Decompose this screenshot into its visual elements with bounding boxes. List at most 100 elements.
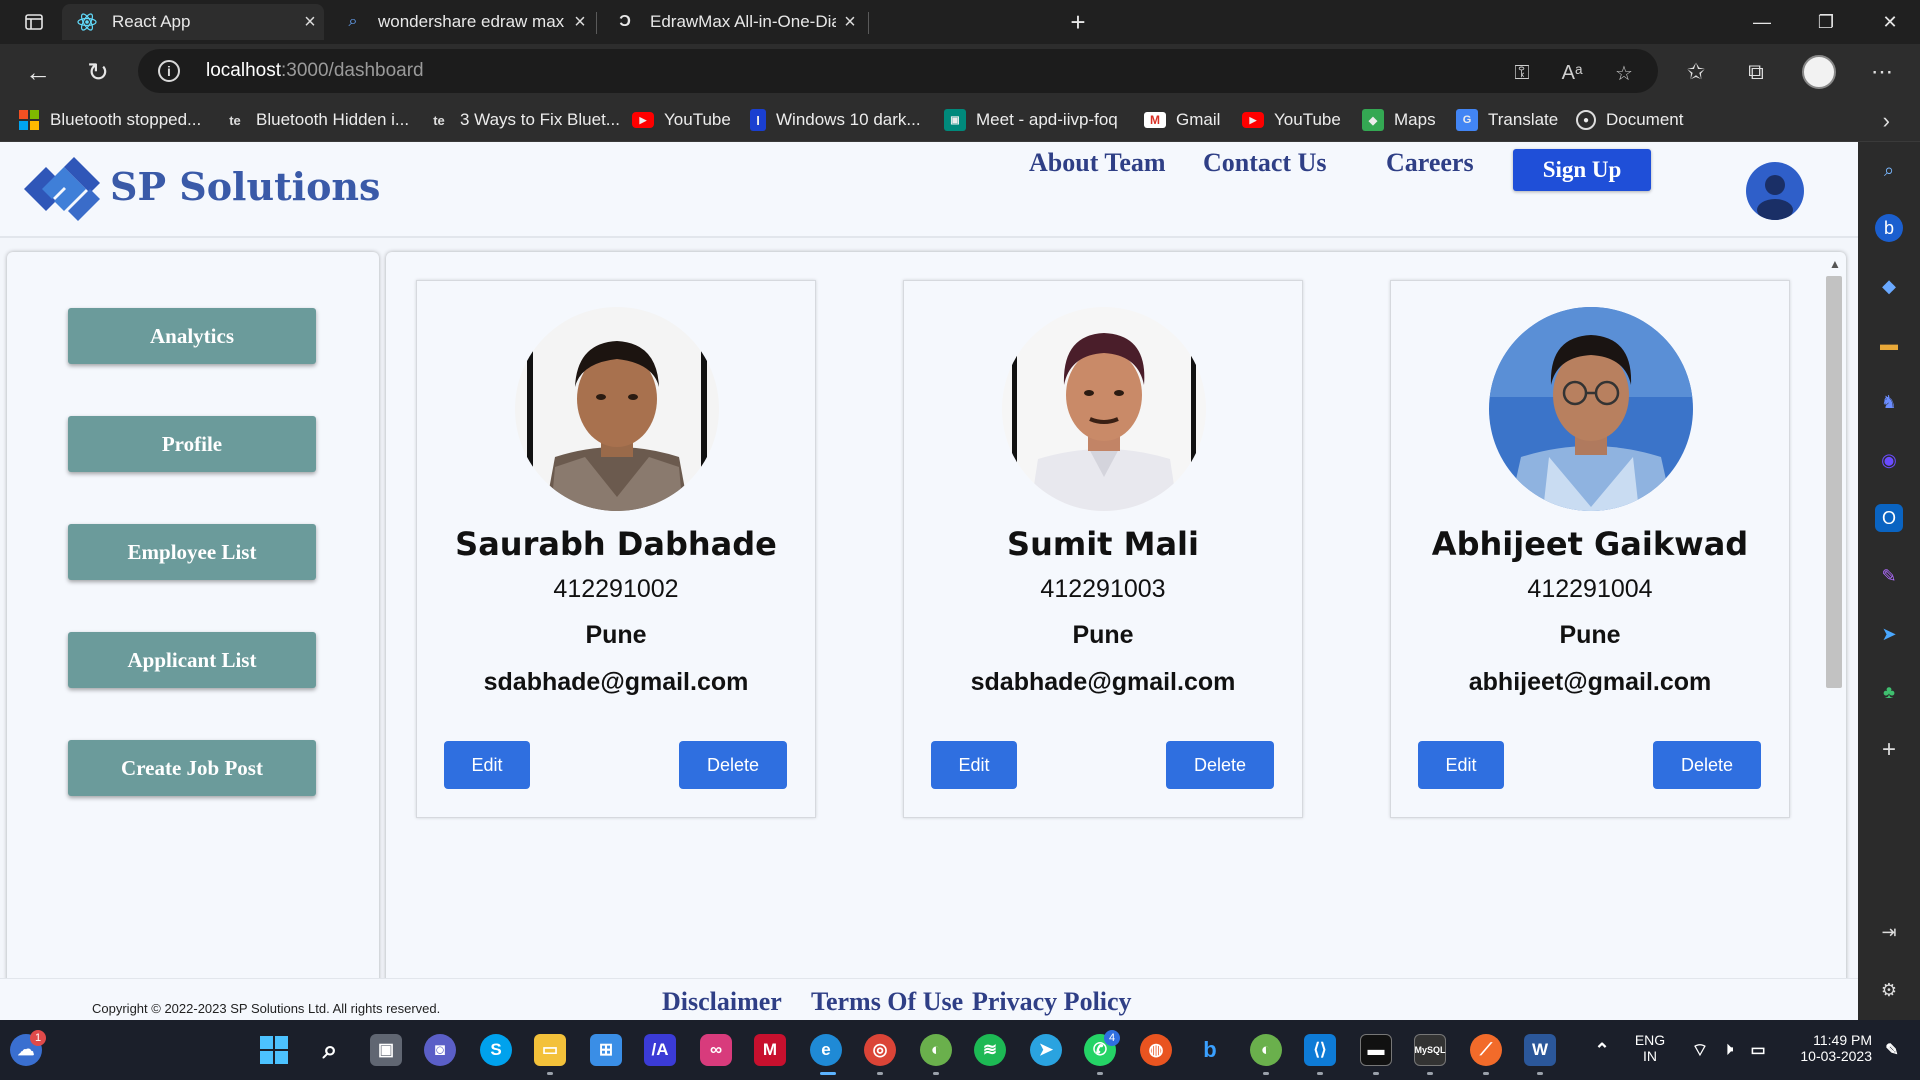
edit-button[interactable]: Edit [931,741,1017,789]
spotify-icon[interactable]: ≋ [974,1034,1006,1066]
tab-edrawmax[interactable]: Ɔ EdrawMax All-in-One-Diagram S × [600,4,864,40]
close-window-button[interactable]: ✕ [1862,0,1918,44]
profile-avatar[interactable] [1802,55,1836,89]
bookmark-item[interactable]: Bluetooth stopped... [18,108,201,132]
tab-search[interactable]: ⌕ wondershare edraw max - Searc × [328,4,594,40]
favorites-icon[interactable]: ✩ [1680,56,1712,88]
mysql-icon[interactable]: MySQL [1414,1034,1446,1066]
delete-button[interactable]: Delete [1653,741,1761,789]
footer-terms-link[interactable]: Terms Of Use [811,987,963,1017]
footer-disclaimer-link[interactable]: Disclaimer [662,987,782,1017]
chevron-up-icon[interactable]: ⌃ [1586,1034,1618,1066]
tab-close-icon[interactable]: × [836,11,864,34]
task-view-icon[interactable]: ▣ [370,1034,402,1066]
search-icon[interactable]: ⌕ [1875,156,1903,184]
read-aloud-icon[interactable]: Aᵃ [1558,59,1586,87]
signup-button[interactable]: Sign Up [1513,149,1651,191]
applicant-list-button[interactable]: Applicant List [68,632,316,688]
bookmark-item[interactable]: G Translate [1456,108,1558,132]
designer-icon[interactable]: ✎ [1875,562,1903,590]
footer-privacy-link[interactable]: Privacy Policy [972,987,1132,1017]
shopping-tag-icon[interactable]: ◆ [1875,272,1903,300]
store-icon[interactable]: ⊞ [590,1034,622,1066]
spring-tool-icon[interactable]: ◐ [920,1034,952,1066]
delete-button[interactable]: Delete [679,741,787,789]
word-icon[interactable]: W [1524,1034,1556,1066]
teams-chat-icon[interactable]: ◙ [424,1034,456,1066]
file-explorer-icon[interactable]: ▭ [534,1034,566,1066]
bookmark-item[interactable]: ▣ Meet - apd-iivp-foq [944,108,1118,132]
collections-icon[interactable]: ⧉ [1740,56,1772,88]
start-icon[interactable] [258,1034,290,1066]
tab-close-icon[interactable]: × [566,11,594,34]
spring-tool-2-icon[interactable]: ◐ [1250,1034,1282,1066]
bookmark-item[interactable]: I Windows 10 dark... [750,108,921,132]
url-text[interactable]: localhost:3000/dashboard [206,60,424,82]
create-job-post-button[interactable]: Create Job Post [68,740,316,796]
employee-list-button[interactable]: Employee List [68,524,316,580]
hide-sidebar-icon[interactable]: ⇥ [1875,918,1903,946]
back-button[interactable]: ← [20,54,56,90]
logo-icon[interactable] [20,154,104,224]
profile-button[interactable]: Profile [68,416,316,472]
ubuntu-icon[interactable]: ◍ [1140,1034,1172,1066]
bookmark-item[interactable]: te Bluetooth Hidden i... [224,108,409,132]
bing-icon[interactable]: b [1194,1034,1226,1066]
chevron-right-icon[interactable]: › [1883,108,1890,134]
language-indicator[interactable]: ENG IN [1630,1032,1670,1064]
key-icon[interactable]: ⚿ [1508,59,1536,87]
notifications-icon[interactable]: ✎ [1876,1034,1908,1066]
address-bar[interactable]: i localhost:3000/dashboard ⚿ Aᵃ ☆ [138,49,1658,93]
tree-icon[interactable]: ♣ [1875,678,1903,706]
add-icon[interactable]: + [1875,736,1903,764]
restore-button[interactable]: ❐ [1798,0,1854,44]
edit-button[interactable]: Edit [444,741,530,789]
edit-button[interactable]: Edit [1418,741,1504,789]
chrome-icon[interactable]: ◎ [864,1034,896,1066]
postman-icon[interactable]: ⟋ [1470,1034,1502,1066]
nav-careers[interactable]: Careers [1386,148,1474,178]
brand-name[interactable]: SP Solutions [110,164,380,209]
office-icon[interactable]: ◉ [1875,446,1903,474]
tab-close-icon[interactable]: × [296,11,324,34]
outlook-icon[interactable]: O [1875,504,1903,532]
clock[interactable]: 11:49 PM 10-03-2023 [1782,1032,1872,1064]
bookmark-item[interactable]: te 3 Ways to Fix Bluet... [428,108,620,132]
refresh-button[interactable]: ↻ [80,54,116,90]
delete-button[interactable]: Delete [1166,741,1274,789]
user-avatar-icon[interactable] [1746,162,1804,220]
scroll-up-icon[interactable]: ▲ [1829,258,1841,270]
edge-icon[interactable]: e [810,1034,842,1066]
tab-actions-icon[interactable] [18,6,50,38]
send-icon[interactable]: ➤ [1875,620,1903,648]
bing-chat-icon[interactable]: b [1875,214,1903,242]
scrollbar[interactable]: ▲ ▼ [1824,252,1846,1020]
vector-app-icon[interactable]: /A [644,1034,676,1066]
add-favorite-icon[interactable]: ☆ [1610,59,1638,87]
games-icon[interactable]: ♞ [1875,388,1903,416]
search-icon[interactable]: ⌕ [314,1034,346,1066]
mcafee-icon[interactable]: M [754,1034,786,1066]
skype-icon[interactable]: S [480,1034,512,1066]
tab-react-app[interactable]: React App × [62,4,324,40]
more-icon[interactable]: ⋯ [1866,56,1898,88]
nav-contact-us[interactable]: Contact Us [1203,148,1327,178]
scroll-thumb[interactable] [1826,276,1842,688]
vscode-icon[interactable]: ⟨⟩ [1304,1034,1336,1066]
site-info-icon[interactable]: i [158,60,180,82]
settings-icon[interactable]: ⚙ [1875,976,1903,1004]
minimize-button[interactable]: — [1734,0,1790,44]
analytics-button[interactable]: Analytics [68,308,316,364]
bookmark-item[interactable]: ◆ Maps [1362,108,1436,132]
telegram-icon[interactable]: ➤ [1030,1034,1062,1066]
bookmark-item[interactable]: ● Document [1576,108,1683,132]
battery-icon[interactable]: ▭ [1742,1034,1774,1066]
volume-muted-icon[interactable]: 🕨 [1712,1034,1744,1066]
creative-cloud-icon[interactable]: ∞ [700,1034,732,1066]
bookmark-item[interactable]: ▶ YouTube [632,108,731,132]
terminal-icon[interactable]: ▬ [1360,1034,1392,1066]
bookmark-item[interactable]: ▶ YouTube [1242,108,1341,132]
bookmark-item[interactable]: M Gmail [1144,108,1220,132]
new-tab-button[interactable]: + [1062,6,1094,38]
tools-icon[interactable]: ▬ [1875,330,1903,358]
